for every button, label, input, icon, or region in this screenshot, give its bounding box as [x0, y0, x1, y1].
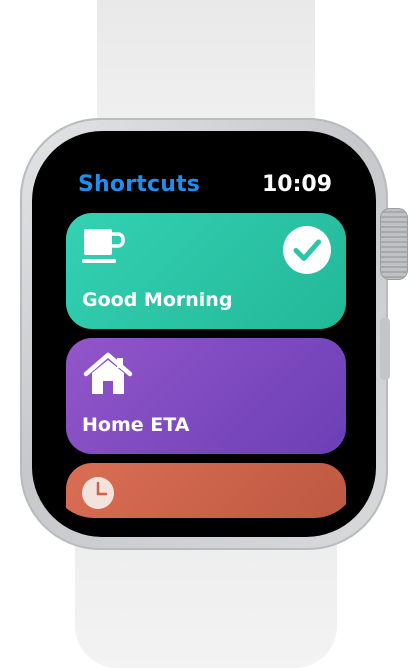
shortcut-tile-home-eta[interactable]: Home ETA: [66, 338, 346, 454]
digital-crown[interactable]: [380, 208, 408, 280]
watch-screen: Shortcuts 10:09 Good Morning Home ETA: [50, 150, 358, 518]
shortcut-label: Good Morning: [82, 289, 233, 311]
side-button[interactable]: [380, 318, 390, 380]
shortcut-label: Home ETA: [82, 414, 190, 436]
clock-icon: [80, 475, 116, 515]
coffee-cup-icon: [82, 227, 130, 271]
shortcut-tile-good-morning[interactable]: Good Morning: [66, 213, 346, 329]
shortcut-tile-partial[interactable]: [66, 463, 346, 518]
checkmark-icon: [282, 225, 332, 275]
house-icon: [82, 352, 134, 402]
clock-time: 10:09: [261, 172, 332, 197]
watch-device: Shortcuts 10:09 Good Morning Home ETA: [0, 0, 412, 668]
app-title[interactable]: Shortcuts: [78, 172, 200, 197]
